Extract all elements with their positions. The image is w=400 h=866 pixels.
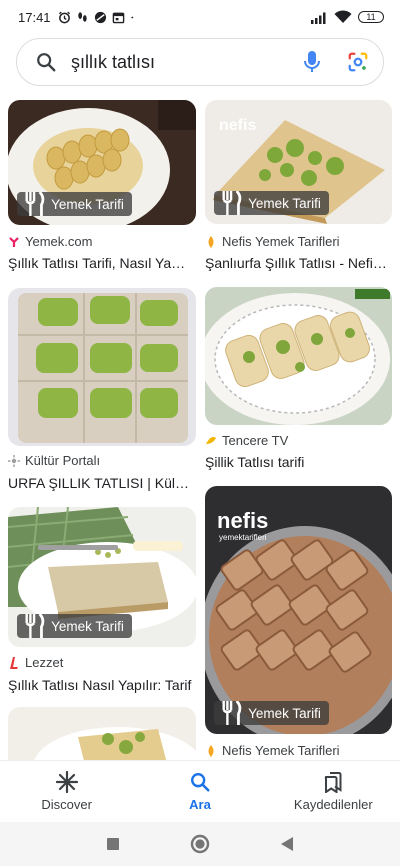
wifi-icon bbox=[334, 10, 352, 23]
fork-knife-icon bbox=[222, 191, 242, 215]
svg-text:nefis: nefis bbox=[219, 117, 256, 134]
result-thumbnail[interactable]: nefis Yemek Tarifi bbox=[205, 100, 392, 224]
calendar-icon bbox=[112, 12, 124, 23]
result-chip-label: Yemek Tarifi bbox=[248, 195, 321, 211]
result-chip: Yemek Tarifi bbox=[17, 192, 132, 216]
nav-discover-label: Discover bbox=[41, 797, 92, 812]
result-thumbnail[interactable]: Yemek Tarifi bbox=[8, 100, 196, 225]
result-title[interactable]: Şıllık Tatlısı Nasıl Yapılır: Tarif bbox=[8, 677, 192, 693]
result-chip-label: Yemek Tarifi bbox=[248, 705, 321, 721]
nav-saved[interactable]: Kaydedilenler bbox=[267, 761, 400, 822]
fork-knife-icon bbox=[25, 614, 45, 638]
result-thumbnail[interactable] bbox=[205, 287, 392, 425]
vpn-icon bbox=[94, 11, 106, 23]
nav-search[interactable]: Ara bbox=[133, 761, 266, 822]
search-bar[interactable] bbox=[16, 38, 384, 86]
battery-level: 11 bbox=[366, 11, 376, 22]
result-source-name: Tencere TV bbox=[222, 433, 289, 448]
fork-knife-icon bbox=[222, 701, 242, 725]
nav-saved-label: Kaydedilenler bbox=[293, 797, 373, 812]
result-title[interactable]: Şanlıurfa Şıllık Tatlısı - Nefis Yemek bbox=[205, 255, 389, 271]
result-source-name: Nefis Yemek Tarifleri bbox=[222, 743, 340, 758]
home-circle-icon[interactable] bbox=[190, 834, 210, 854]
signal-icon bbox=[311, 12, 326, 24]
battery-icon: 11 bbox=[358, 11, 384, 23]
bookmarks-icon bbox=[325, 772, 342, 793]
bottom-navigation: Discover Ara Kaydedilenler bbox=[0, 760, 400, 822]
kultur-portali-icon bbox=[8, 454, 20, 467]
result-card[interactable]: nefis yemektarifleri Yemek Tarifi Nefis … bbox=[200, 486, 400, 760]
status-bar: 17:41 11 bbox=[0, 0, 400, 34]
microphone-icon[interactable] bbox=[303, 50, 321, 74]
result-card[interactable]: Kültür Portalı URFA ŞILLIK TATLISI | Kül… bbox=[0, 285, 200, 495]
result-chip: Yemek Tarifi bbox=[214, 191, 329, 215]
result-title[interactable]: Şıllık Tatlısı Tarifi, Nasıl Yapılır? bbox=[8, 255, 192, 271]
result-source[interactable]: Lezzet bbox=[8, 655, 63, 670]
lezzet-icon bbox=[10, 656, 18, 669]
result-card[interactable]: nefis Yemek Tarifi Nefis Yemek Tarifleri… bbox=[200, 95, 400, 275]
result-source[interactable]: Kültür Portalı bbox=[8, 453, 100, 468]
result-chip: Yemek Tarifi bbox=[17, 614, 132, 638]
yemek-com-icon bbox=[9, 236, 19, 247]
image-results-grid: Yemek Tarifi Yemek.com Şıllık Tatlısı Ta… bbox=[0, 95, 400, 760]
result-source-name: Nefis Yemek Tarifleri bbox=[222, 234, 340, 249]
nefis-icon bbox=[208, 744, 214, 757]
result-card[interactable]: Tencere TV Şillik Tatlısı tarifi bbox=[200, 285, 400, 470]
alarm-clock-icon bbox=[58, 11, 70, 23]
result-thumbnail[interactable]: Yemek Tarifi bbox=[8, 507, 196, 647]
result-source-name: Yemek.com bbox=[25, 234, 93, 249]
svg-text:nefis: nefis bbox=[217, 508, 268, 533]
dot-icon bbox=[130, 16, 133, 18]
result-card[interactable] bbox=[0, 707, 200, 760]
nav-discover[interactable]: Discover bbox=[0, 761, 133, 822]
recents-square-icon[interactable] bbox=[106, 837, 120, 851]
result-source-name: Lezzet bbox=[25, 655, 64, 670]
result-chip-label: Yemek Tarifi bbox=[51, 196, 124, 212]
system-navigation-bar bbox=[0, 822, 400, 866]
result-title[interactable]: URFA ŞILLIK TATLISI | Kültür Portalı bbox=[8, 475, 192, 491]
result-source[interactable]: Tencere TV bbox=[205, 433, 288, 448]
svg-text:yemektarifleri: yemektarifleri bbox=[219, 533, 267, 542]
back-triangle-icon[interactable] bbox=[280, 836, 294, 852]
fork-knife-icon bbox=[25, 192, 45, 216]
result-source[interactable]: Nefis Yemek Tarifleri bbox=[205, 743, 340, 758]
nav-search-label: Ara bbox=[189, 797, 211, 812]
result-source-name: Kültür Portalı bbox=[25, 453, 101, 468]
footsteps-icon bbox=[77, 11, 87, 22]
result-thumbnail[interactable] bbox=[8, 707, 196, 760]
result-source[interactable]: Yemek.com bbox=[8, 234, 92, 249]
result-thumbnail[interactable] bbox=[8, 288, 196, 446]
result-card[interactable]: Yemek Tarifi Lezzet Şıllık Tatlısı Nasıl… bbox=[0, 507, 200, 702]
result-chip: Yemek Tarifi bbox=[214, 701, 329, 725]
result-thumbnail[interactable]: nefis yemektarifleri Yemek Tarifi bbox=[205, 486, 392, 734]
search-icon bbox=[191, 773, 210, 792]
search-icon[interactable] bbox=[35, 51, 57, 73]
status-time: 17:41 bbox=[18, 9, 51, 25]
asterisk-icon bbox=[55, 771, 78, 793]
result-chip-label: Yemek Tarifi bbox=[51, 618, 124, 634]
google-lens-icon[interactable] bbox=[347, 51, 369, 73]
result-source[interactable]: Nefis Yemek Tarifleri bbox=[205, 234, 340, 249]
result-card[interactable]: Yemek Tarifi Yemek.com Şıllık Tatlısı Ta… bbox=[0, 95, 200, 275]
nefis-icon bbox=[208, 235, 214, 248]
tencere-tv-icon bbox=[206, 436, 216, 444]
search-input[interactable] bbox=[71, 51, 303, 73]
result-title[interactable]: Şillik Tatlısı tarifi bbox=[205, 454, 389, 470]
